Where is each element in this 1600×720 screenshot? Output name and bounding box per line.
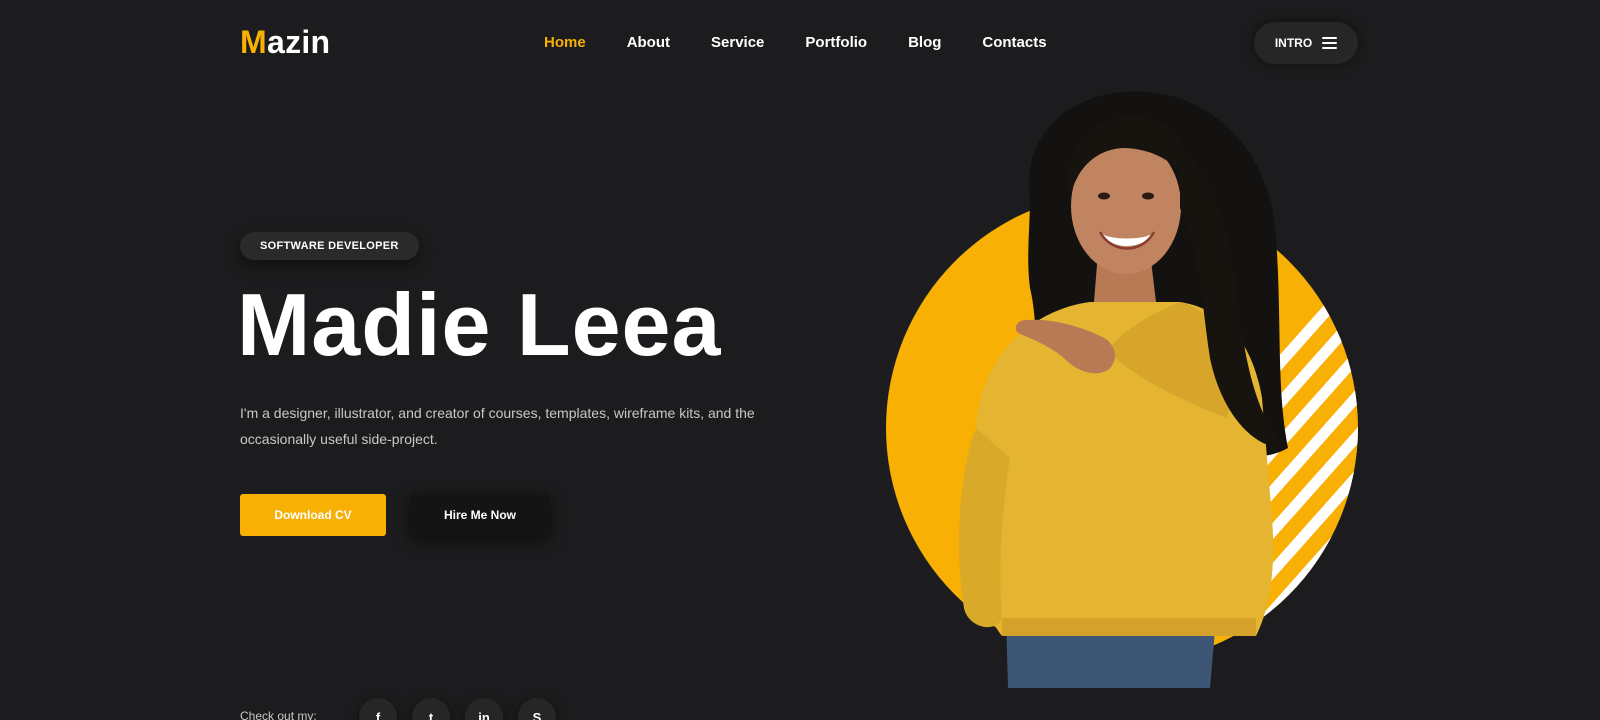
main-nav: Home About Service Portfolio Blog Contac… (544, 34, 1088, 51)
hero-portrait (886, 91, 1358, 688)
skype-icon[interactable]: S (518, 698, 556, 720)
facebook-icon[interactable]: f (359, 698, 397, 720)
logo[interactable]: Mazin (240, 24, 330, 61)
nav-service[interactable]: Service (711, 34, 764, 51)
twitter-icon[interactable]: t (412, 698, 450, 720)
intro-menu-button[interactable]: INTRO (1254, 22, 1358, 64)
nav-home[interactable]: Home (544, 34, 586, 51)
nav-contacts[interactable]: Contacts (982, 34, 1046, 51)
nav-portfolio[interactable]: Portfolio (805, 34, 867, 51)
nav-about[interactable]: About (627, 34, 670, 51)
hamburger-menu-icon (1322, 37, 1338, 49)
logo-text: azin (266, 24, 331, 60)
linkedin-icon[interactable]: in (465, 698, 503, 720)
social-label: Check out my: (240, 709, 317, 720)
page: Mazin Home About Service Portfolio Blog … (0, 0, 1600, 720)
logo-accent-letter: M (240, 24, 267, 60)
download-cv-button[interactable]: Download CV (240, 494, 386, 536)
role-badge: SOFTWARE DEVELOPER (240, 232, 419, 260)
nav-blog[interactable]: Blog (908, 34, 941, 51)
hero-description: I'm a designer, illustrator, and creator… (240, 405, 755, 447)
person-illustration (959, 91, 1288, 688)
hero-name: Madie Leea (237, 275, 722, 374)
hire-me-button[interactable]: Hire Me Now (410, 494, 550, 536)
intro-label: INTRO (1274, 36, 1313, 50)
